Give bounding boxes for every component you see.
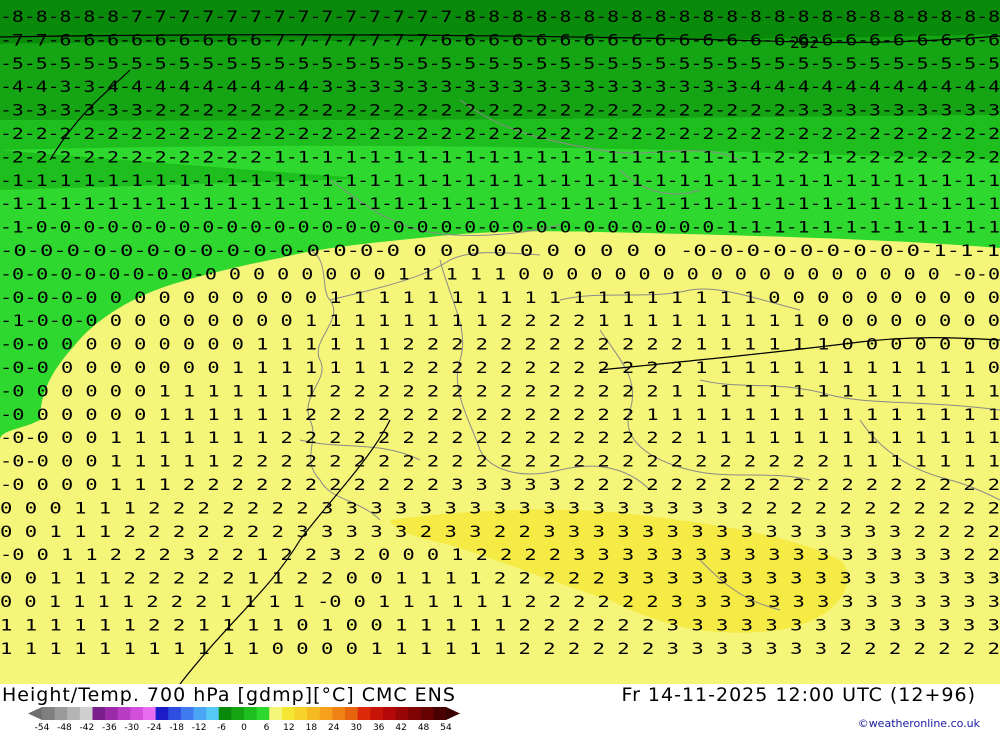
legend-ticks: -54 -48 -42 -36 -30 -24 -18 -12 -6 0 6 12 18 24 30 36 42… (35, 723, 452, 732)
legend-swatches (28, 707, 460, 720)
legend-swatch (92, 707, 106, 720)
value-row: -0-0 0 0 0 0 0 0 0 0 1 1 1 1 1 1 2 2 2 2… (0, 335, 1000, 354)
value-row: -4-4-3-3-4-4-4-4-4-4-4-4-4-3-3-3-3-3-3-3… (0, 77, 1000, 96)
value-row: 0 0 0 1 1 1 2 2 2 2 2 2 2 3 3 3 3 3 3 3 … (0, 498, 1000, 517)
legend-swatch (117, 707, 131, 720)
legend-swatch (281, 707, 295, 720)
weather-map: 292 -8-8-8-8-8-7-7-7-7-7-7-7-7-7-7-7-7-7… (0, 0, 1000, 684)
value-row: -0-0-0-0-0-0-0-0-0 0 0 0 0 0 0 0 1 1 1 1… (0, 264, 1000, 283)
value-row: 1 1 1 1 1 1 2 2 1 1 1 1 0 1 0 0 1 1 1 1 … (0, 615, 1000, 634)
legend-tick-label: 36 (373, 723, 385, 732)
legend-tick-label: -12 (192, 723, 207, 732)
value-row: -0-0 0 0 1 1 1 1 1 2 2 2 2 2 2 2 2 2 2 2… (0, 452, 1000, 471)
legend-swatch (244, 707, 258, 720)
value-row: -1-0-0-0 0 0 0 0 0 0 0 0 1 1 1 1 1 1 1 1… (0, 311, 1000, 330)
legend-swatch (130, 707, 144, 720)
credit-link[interactable]: ©weatheronline.co.uk (858, 717, 980, 730)
legend-arrow-left (28, 707, 42, 720)
legend-swatch (357, 707, 371, 720)
legend-swatch (42, 707, 56, 720)
value-row: -7-7-6-6-6-6-6-6-6-6-6-7-7-7-7-7-7-7-6-6… (0, 30, 1000, 49)
legend-tick-label: -48 (57, 723, 72, 732)
map-title: Height/Temp. 700 hPa [gdmp][°C] CMC ENS (2, 684, 456, 706)
legend-tick-label: -18 (169, 723, 184, 732)
legend-tick-label: 24 (328, 723, 340, 732)
value-row: -1-1-1-1-1-1-1-1-1-1-1-1-1-1-1-1-1-1-1-1… (0, 194, 1000, 213)
value-row: 1 1 1 1 1 1 1 1 1 1 1 0 0 0 0 1 1 1 1 1 … (0, 639, 1000, 658)
legend-swatch (370, 707, 384, 720)
value-row: -0 0 1 1 2 2 2 3 2 2 1 2 2 3 2 0 0 0 1 2… (0, 545, 1000, 564)
legend-tick-label: 18 (306, 723, 318, 732)
value-row: -5-5-5-5-5-5-5-5-5-5-5-5-5-5-5-5-5-5-5-5… (0, 54, 1000, 73)
legend-swatch (54, 707, 68, 720)
legend-swatch (67, 707, 81, 720)
legend-swatch (382, 707, 396, 720)
legend-swatch (319, 707, 333, 720)
value-row: -2-2-2-2-2-2-2-2-2-2-2-1-1-1-1-1-1-1-1-1… (0, 147, 1000, 166)
legend-swatch (79, 707, 93, 720)
value-row: -0-0 0 0 0 0 0 0 0 1 1 1 1 1 1 1 2 2 2 2… (0, 358, 1000, 377)
legend-tick-label: 54 (440, 723, 452, 732)
legend-swatch (420, 707, 434, 720)
value-row: -0 0 0 0 1 1 1 2 2 2 2 2 2 2 2 2 2 2 3 3… (0, 475, 1000, 494)
legend-swatch (206, 707, 220, 720)
legend-tick-label: -24 (147, 723, 162, 732)
value-row: 0 0 1 1 1 1 2 2 2 1 1 1 1 -0 0 1 1 1 1 1… (0, 592, 1000, 611)
legend-tick-label: -42 (80, 723, 95, 732)
legend-tick-label: -54 (35, 723, 50, 732)
legend-swatch (408, 707, 422, 720)
legend-swatch (231, 707, 245, 720)
legend-tick-label: 42 (395, 723, 406, 732)
legend-swatch (269, 707, 283, 720)
legend-swatch (433, 707, 447, 720)
legend-swatch (155, 707, 169, 720)
legend-tick-label: 6 (264, 723, 270, 732)
value-row: -0 0 0 0 0 0 1 1 1 1 1 1 1 2 2 2 2 2 2 2… (0, 381, 1000, 400)
value-row: -3-3-3-3-3-3-2-2-2-2-2-2-2-2-2-2-2-2-2-2… (0, 101, 1000, 120)
legend-swatch (168, 707, 182, 720)
value-row: -0-0-0-0-0-0-0-0-0-0-0-0-0-0-0 0 0 0 0 0… (0, 241, 1000, 260)
value-row: -0 0 0 0 0 0 1 1 1 1 1 1 2 2 2 2 2 2 2 2… (0, 405, 1000, 424)
legend-swatch (395, 707, 409, 720)
value-row: 0 0 1 1 1 2 2 2 2 2 1 1 2 2 0 0 1 1 1 1 … (0, 569, 1000, 588)
legend-tick-label: 0 (241, 723, 247, 732)
legend-swatch (294, 707, 308, 720)
legend-tick-label: 30 (350, 723, 362, 732)
legend-swatch (307, 707, 321, 720)
legend-swatch (256, 707, 270, 720)
value-row: -2-2-2-2-2-2-2-2-2-2-2-2-2-2-2-2-2-2-2-2… (0, 124, 1000, 143)
value-row: -1-0-0-0-0-0-0-0-0-0-0-0-0-0-0-0-0-0-0-0… (0, 218, 1000, 237)
value-row: -8-8-8-8-8-7-7-7-7-7-7-7-7-7-7-7-7-7-7-8… (0, 7, 1000, 26)
legend-swatch (193, 707, 207, 720)
legend-tick-label: -6 (217, 723, 226, 732)
legend-swatch (105, 707, 119, 720)
legend-swatch (345, 707, 359, 720)
value-row: -1-1-1-1-1-1-1-1-1-1-1-1-1-1-1-1-1-1-1-1… (0, 171, 1000, 190)
legend-swatch (218, 707, 232, 720)
value-row: -0-0-0-0 0 0 0 0 0 0 0 0 0 1 1 1 1 1 1 1… (0, 288, 1000, 307)
legend-swatch (143, 707, 157, 720)
legend-tick-label: -30 (124, 723, 139, 732)
legend-tick-label: 48 (418, 723, 430, 732)
legend-tick-label: -36 (102, 723, 117, 732)
legend-swatch (332, 707, 346, 720)
legend-arrow-right (446, 707, 460, 720)
value-row: 0 0 1 1 1 2 2 2 2 2 2 2 3 3 3 3 3 2 3 3 … (0, 522, 1000, 541)
footer-bar: Height/Temp. 700 hPa [gdmp][°C] CMC ENS … (0, 684, 1000, 733)
value-row: -0-0 0 0 1 1 1 1 1 1 1 2 2 2 2 2 2 2 2 2… (0, 428, 1000, 447)
legend-swatch (180, 707, 194, 720)
valid-time: Fr 14-11-2025 12:00 UTC (12+96) (621, 684, 976, 706)
legend-tick-label: 12 (283, 723, 294, 732)
color-legend: -54 -48 -42 -36 -30 -24 -18 -12 -6 0 6 12 18 24 30 36 42… (28, 707, 460, 732)
